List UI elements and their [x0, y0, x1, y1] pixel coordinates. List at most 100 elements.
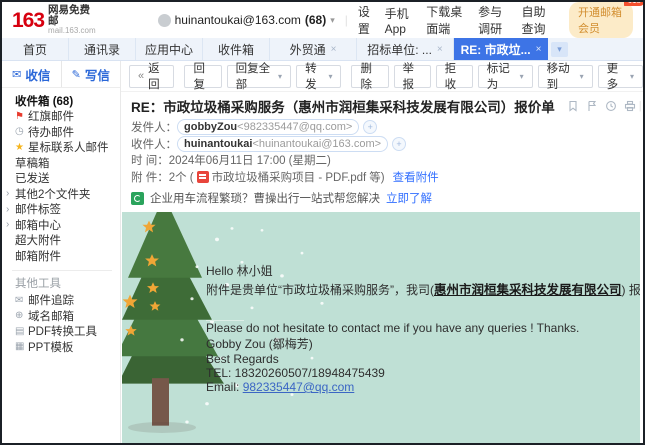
- pdf-doc-icon: ▤: [15, 326, 28, 337]
- tab-foreign-trade[interactable]: 外贸通×: [270, 38, 357, 60]
- back-button[interactable]: «返回: [129, 65, 174, 88]
- tab-home[interactable]: 首页: [2, 38, 69, 60]
- receive-mail-button[interactable]: ✉ 收信: [2, 61, 62, 87]
- add-contact-button[interactable]: +: [363, 120, 377, 134]
- clock-icon: ◷: [15, 126, 28, 137]
- sidebar-divider: [12, 270, 112, 271]
- divider: |: [345, 13, 348, 27]
- star-icon: ★: [15, 142, 28, 153]
- sidebar-item-large-attachments[interactable]: 超大附件: [2, 233, 120, 249]
- from-contact-pill[interactable]: gobbyZou<982335447@qq.com>: [177, 119, 359, 135]
- chevron-right-icon: ›: [6, 219, 15, 230]
- from-label: 发件人：: [131, 119, 177, 135]
- signature-email-link[interactable]: 982335447@qq.com: [243, 380, 355, 394]
- close-icon[interactable]: ×: [536, 44, 542, 55]
- sidebar-item-other-folders[interactable]: ›其他2个文件夹: [2, 186, 120, 202]
- divider: |: [639, 100, 642, 112]
- tab-current-mail[interactable]: RE: 市政垃...×: [454, 38, 548, 60]
- sidebar-item-mailbox-attachments[interactable]: 邮箱附件: [2, 248, 120, 264]
- sidebar-item-pdf-tool[interactable]: ▤PDF转换工具: [2, 324, 120, 340]
- greeting: Hello 林小姐: [206, 262, 640, 279]
- top-bar: 163 网易免费邮 mail.163.com huinantoukai@163.…: [2, 2, 643, 38]
- mail-view: «返回 回复 回复全部 转发 删除 举报 拒收 标记为 移动到 更多 RE：市政…: [121, 61, 643, 443]
- survey-link[interactable]: 参与调研: [478, 3, 511, 37]
- reject-button[interactable]: 拒收: [436, 65, 473, 88]
- forward-button[interactable]: 转发: [296, 65, 341, 88]
- sidebar-item-ppt-template[interactable]: ▦PPT模板: [2, 339, 120, 355]
- pencil-icon: ✎: [72, 68, 81, 81]
- time-row: 时 间： 2024年06月11日 17:00 (星期二): [131, 152, 633, 169]
- reply-button[interactable]: 回复: [184, 65, 221, 88]
- delete-button[interactable]: 删除: [351, 65, 388, 88]
- pdf-attachment-icon: [197, 171, 209, 183]
- sidebar-item-mail-tags[interactable]: ›邮件标签: [2, 202, 120, 218]
- attachment-filename[interactable]: 市政垃圾桶采购项目 - PDF.pdf: [212, 169, 367, 185]
- mark-as-button[interactable]: 标记为: [478, 65, 533, 88]
- vip-618-badge: 618: [624, 0, 645, 6]
- ppt-doc-icon: ▦: [15, 341, 28, 352]
- time-value: 2024年06月11日 17:00 (星期二): [169, 152, 331, 168]
- mobile-app-link[interactable]: 手机App: [385, 5, 417, 36]
- desktop-client-link[interactable]: 下载桌面端: [426, 3, 468, 37]
- body-paragraph-2: Please do not hesitate to contact me if …: [206, 321, 640, 335]
- sidebar-item-flagged[interactable]: ⚑红旗邮件: [2, 109, 120, 125]
- account-menu[interactable]: huinantoukai@163.com (68) ▾: [158, 13, 335, 27]
- avatar: [158, 14, 171, 27]
- self-service-link[interactable]: 自助查询: [522, 3, 555, 37]
- sidebar-item-mail-center[interactable]: ›邮箱中心: [2, 217, 120, 233]
- chevron-down-icon: ▾: [330, 15, 335, 26]
- tab-contacts[interactable]: 通讯录: [69, 38, 136, 60]
- close-icon[interactable]: ×: [437, 44, 443, 55]
- logo-163-text: 163: [12, 10, 44, 31]
- reply-all-button[interactable]: 回复全部: [227, 65, 291, 88]
- sidebar-item-sent[interactable]: 已发送: [2, 171, 120, 187]
- bookmark-icon[interactable]: [567, 100, 579, 112]
- logo-title: 网易免费邮: [48, 5, 96, 26]
- sidebar-item-starred-contacts[interactable]: ★星标联系人邮件: [2, 140, 120, 156]
- tab-app-center[interactable]: 应用中心: [136, 38, 203, 60]
- report-button[interactable]: 举报: [394, 65, 431, 88]
- mail-track-icon: ✉: [15, 295, 28, 306]
- tab-list-dropdown[interactable]: ▾: [551, 42, 568, 57]
- mail-body: Hello 林小姐 附件是贵单位“市政垃圾桶采购服务”，我司(惠州市润桓集采科技…: [122, 212, 640, 443]
- signature-name: Gobby Zou (鄒梅芳): [206, 335, 640, 352]
- company-name: 惠州市润桓集采科技发展有限公司: [434, 283, 622, 297]
- red-flag-icon: ⚑: [15, 111, 28, 122]
- tab-inbox[interactable]: 收件箱: [203, 38, 270, 60]
- to-label: 收件人：: [131, 136, 177, 152]
- unread-count: (68): [305, 13, 326, 27]
- logo-subtitle: mail.163.com: [48, 27, 96, 35]
- close-icon[interactable]: ×: [331, 44, 337, 55]
- sidebar-item-todo[interactable]: ◷待办邮件: [2, 124, 120, 140]
- to-contact-pill[interactable]: huinantoukai<huinantoukai@163.com>: [177, 136, 388, 152]
- settings-link[interactable]: 设置: [358, 3, 375, 37]
- mail-meta: 发件人： gobbyZou<982335447@qq.com> + 收件人： h…: [121, 118, 643, 185]
- back-arrows-icon: «: [138, 70, 144, 82]
- mail-subject: RE：市政垃圾桶采购服务（惠州市润桓集采科技发展有限公司）报价单: [131, 96, 555, 116]
- sidebar-item-domain-mail[interactable]: ⊕域名邮箱: [2, 308, 120, 324]
- view-attachments-link[interactable]: 查看附件: [393, 169, 439, 185]
- sidebar-item-drafts[interactable]: 草稿箱: [2, 155, 120, 171]
- inbox-mail-icon: ✉: [12, 68, 21, 81]
- banner-learn-more-link[interactable]: 立即了解: [386, 190, 432, 206]
- tab-bid-unit[interactable]: 招标单位: ...×: [357, 38, 454, 60]
- chevron-right-icon: ›: [6, 188, 15, 199]
- add-contact-button[interactable]: +: [392, 137, 406, 151]
- move-to-button[interactable]: 移动到: [538, 65, 593, 88]
- other-tools-title: 其他工具: [2, 276, 120, 291]
- signature-tel: TEL: 18320260507/18948475439: [206, 366, 640, 380]
- vip-membership-button[interactable]: 开通邮箱会员 618: [569, 2, 633, 38]
- attachment-count: 2个 (: [169, 169, 194, 185]
- banner-text: 企业用车流程繁琐？曹操出行一站式帮您解决: [150, 190, 380, 206]
- printer-icon[interactable]: [624, 100, 636, 112]
- attachment-suffix: 等): [369, 169, 384, 185]
- sidebar-item-inbox[interactable]: 收件箱 (68): [2, 93, 120, 109]
- sidebar-item-mail-tracking[interactable]: ✉邮件追踪: [2, 293, 120, 309]
- write-mail-button[interactable]: ✎ 写信: [62, 61, 121, 87]
- attachment-row: 附 件： 2个 ( 市政垃圾桶采购项目 - PDF.pdf 等) 查看附件: [131, 169, 633, 186]
- flag-icon[interactable]: [586, 100, 598, 112]
- netease-mail-logo[interactable]: 163 网易免费邮 mail.163.com: [12, 5, 96, 35]
- chevron-right-icon: ›: [6, 204, 15, 215]
- clock-icon[interactable]: [605, 100, 617, 112]
- more-button[interactable]: 更多: [598, 65, 643, 88]
